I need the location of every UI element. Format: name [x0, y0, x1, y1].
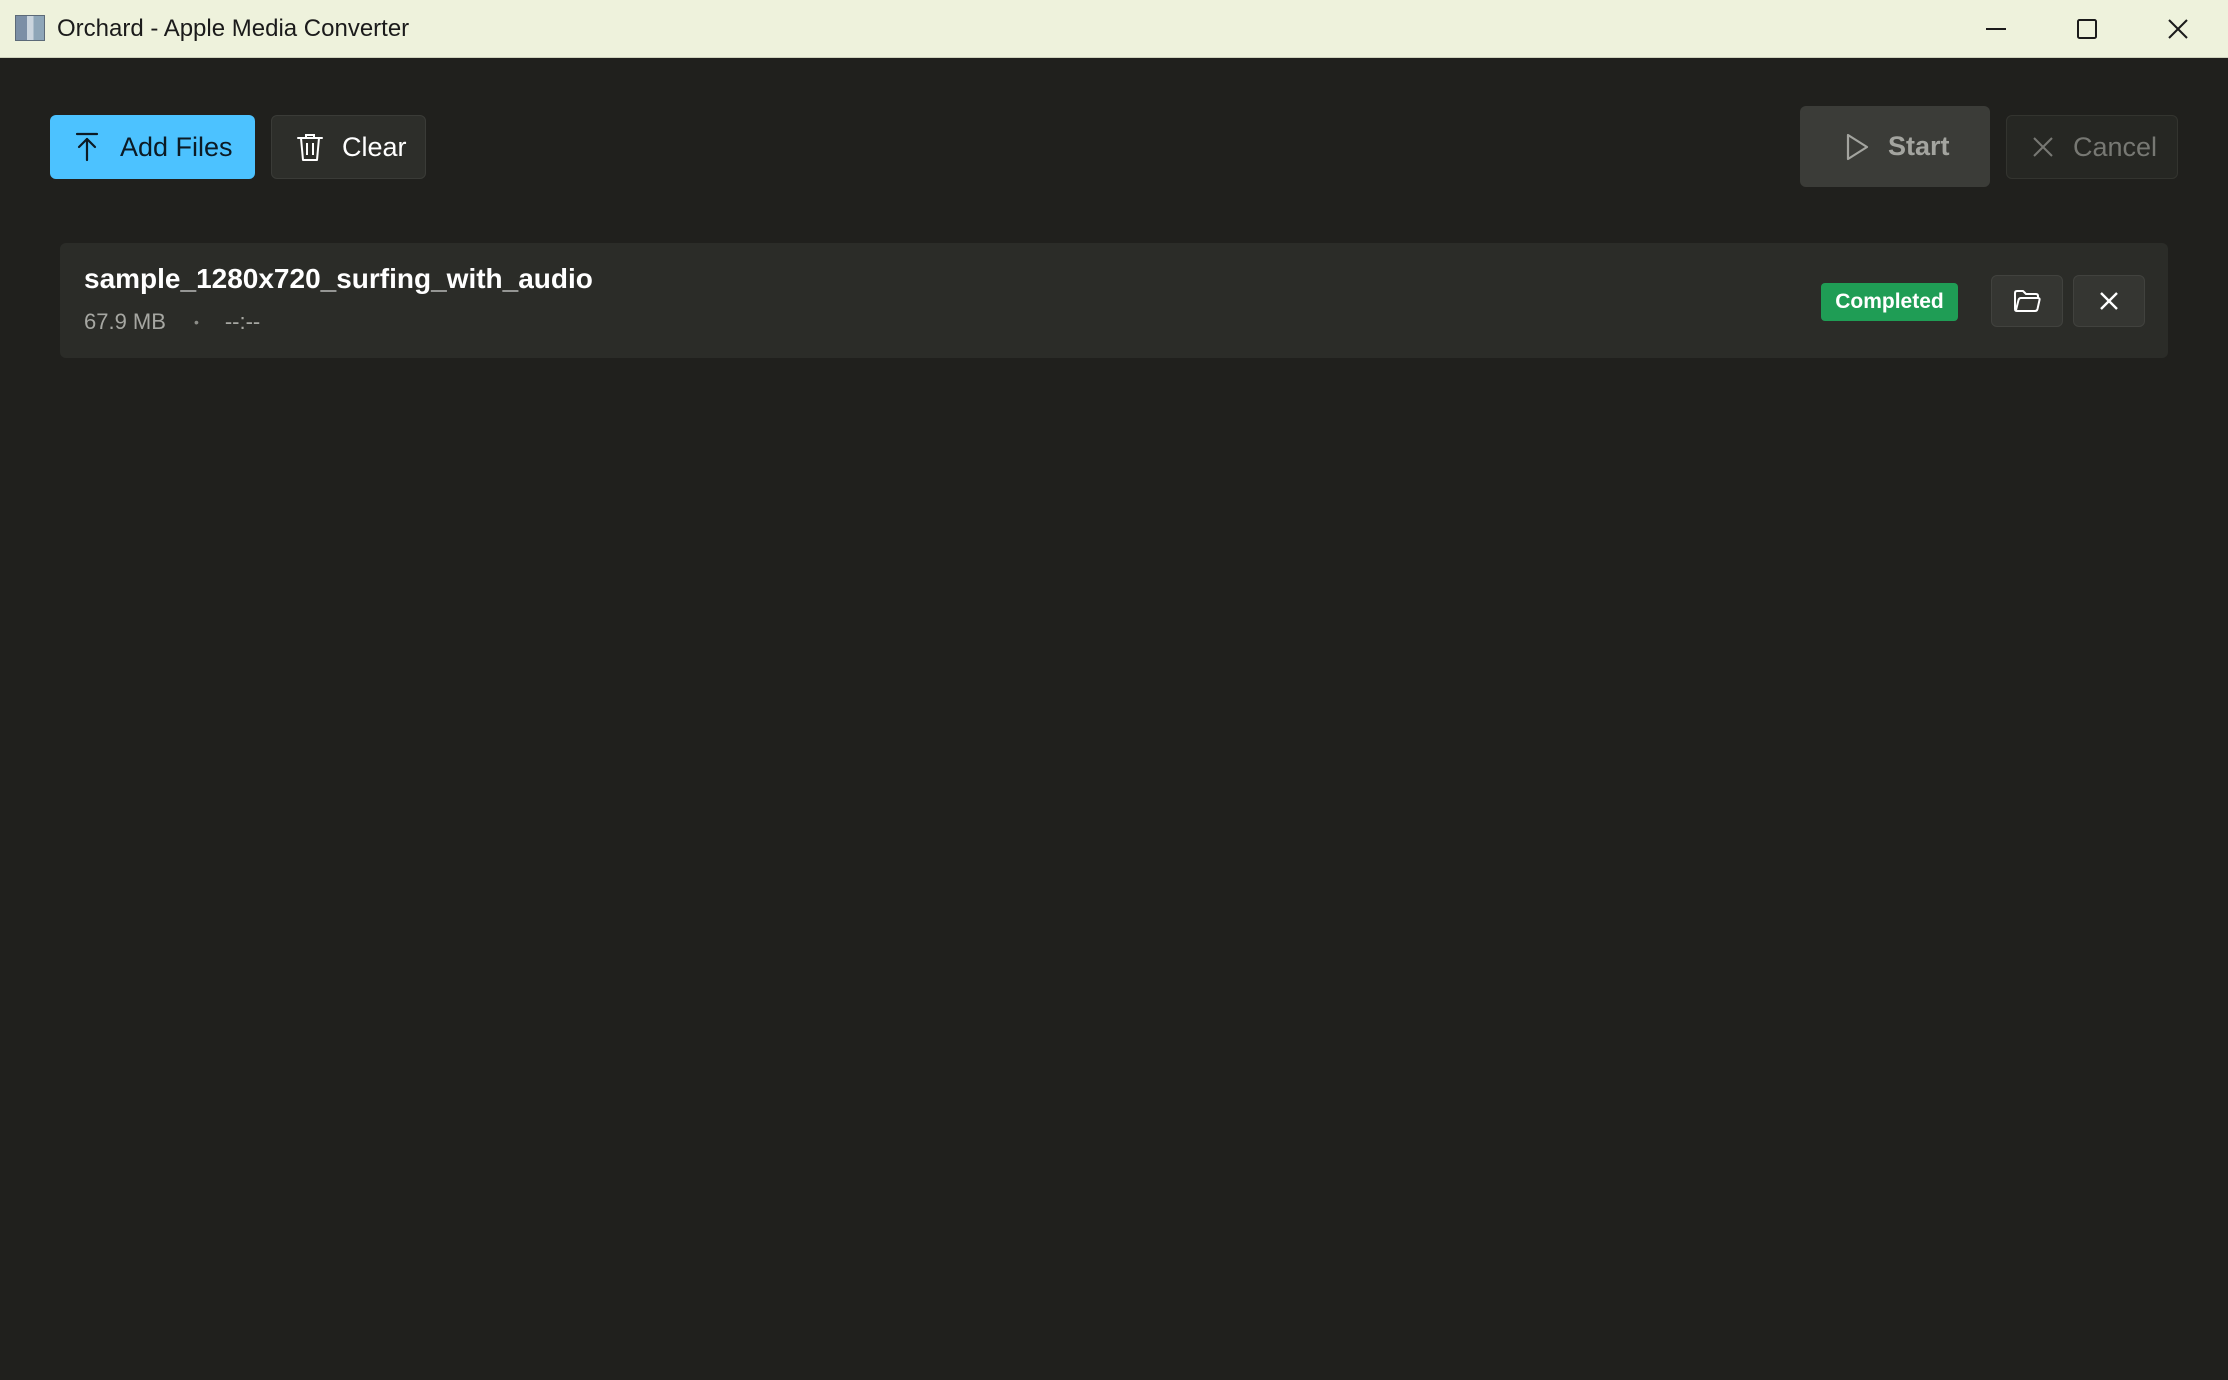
- file-size: 67.9 MB: [84, 309, 166, 334]
- add-files-label: Add Files: [120, 131, 233, 162]
- status-badge: Completed: [1821, 283, 1958, 321]
- minimize-icon: [1986, 27, 2006, 30]
- remove-file-button[interactable]: [2073, 275, 2145, 327]
- open-folder-button[interactable]: [1991, 275, 2063, 327]
- trash-icon: [296, 132, 324, 162]
- add-files-button[interactable]: Add Files: [50, 115, 255, 179]
- file-duration: --:--: [224, 309, 261, 334]
- upload-icon: [74, 132, 100, 162]
- folder-icon: [2014, 290, 2041, 312]
- play-icon: [1844, 132, 1870, 162]
- close-icon: [2100, 292, 2118, 310]
- file-list-item[interactable]: sample_1280x720_surfing_with_audio 67.9 …: [60, 243, 2168, 358]
- close-icon: [2031, 135, 2055, 159]
- title-bar[interactable]: Orchard - Apple Media Converter: [0, 0, 2228, 58]
- app-icon: [15, 15, 45, 41]
- close-window-button[interactable]: [2132, 0, 2224, 57]
- cancel-label: Cancel: [2073, 131, 2158, 162]
- start-button[interactable]: Start: [1800, 106, 1990, 187]
- file-name: sample_1280x720_surfing_with_audio: [84, 263, 593, 294]
- file-meta: 67.9 MB • --:--: [84, 309, 260, 335]
- start-label: Start: [1888, 131, 1950, 161]
- meta-separator: •: [193, 314, 199, 330]
- clear-label: Clear: [342, 131, 407, 162]
- window-title: Orchard - Apple Media Converter: [57, 15, 410, 42]
- maximize-button[interactable]: [2041, 0, 2133, 57]
- maximize-icon: [2077, 18, 2097, 39]
- clear-button[interactable]: Clear: [271, 115, 426, 179]
- app-window: Orchard - Apple Media Converter Add File…: [0, 0, 2228, 1380]
- cancel-button[interactable]: Cancel: [2006, 115, 2178, 179]
- minimize-button[interactable]: [1950, 0, 2042, 57]
- close-icon: [2168, 18, 2188, 39]
